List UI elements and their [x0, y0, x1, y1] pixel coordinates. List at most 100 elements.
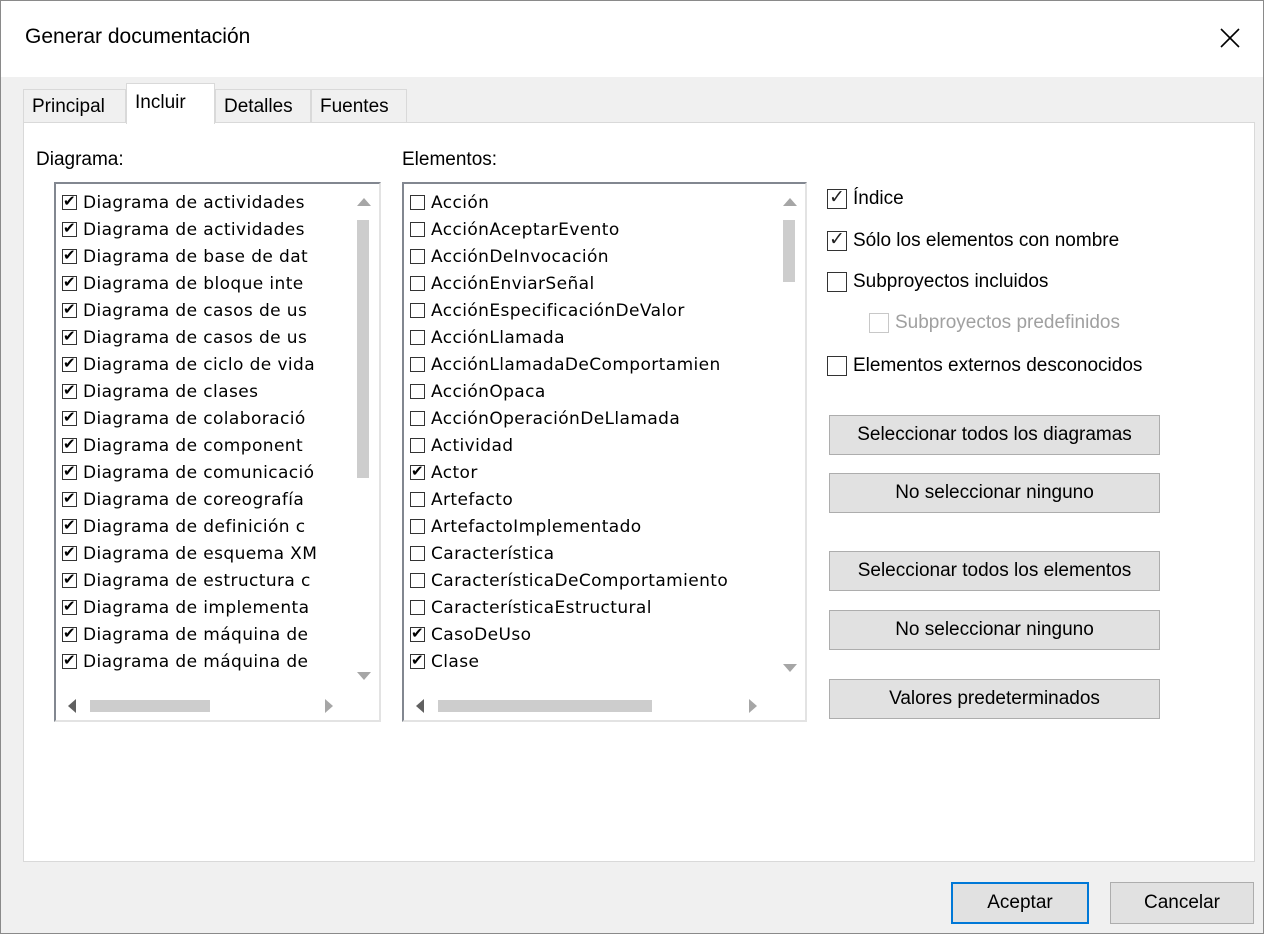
list-item[interactable]: AcciónEnviarSeñal — [410, 270, 773, 297]
list-item[interactable]: Diagrama de estructura c — [62, 567, 347, 594]
list-item[interactable]: AcciónAceptarEvento — [410, 216, 773, 243]
checkbox[interactable] — [62, 219, 77, 238]
checkbox[interactable] — [410, 384, 425, 399]
tab-detalles[interactable]: Detalles — [215, 89, 311, 123]
list-item[interactable]: CasoDeUso — [410, 621, 773, 648]
checkbox[interactable] — [410, 411, 425, 426]
checkbox[interactable] — [410, 600, 425, 615]
scroll-left-arrow-icon[interactable] — [416, 699, 424, 713]
diagram-listbox[interactable]: Diagrama de actividades Diagrama de activ… — [54, 182, 381, 722]
list-item[interactable]: ArtefactoImplementado — [410, 513, 773, 540]
checkbox[interactable] — [62, 543, 77, 562]
list-item[interactable]: AcciónEspecificaciónDeValor — [410, 297, 773, 324]
checkbox[interactable] — [410, 438, 425, 453]
checkbox[interactable] — [827, 356, 847, 376]
checkbox[interactable] — [62, 489, 77, 508]
list-item[interactable]: Diagrama de component — [62, 432, 347, 459]
close-button[interactable] — [1207, 15, 1253, 61]
scroll-down-arrow-icon[interactable] — [783, 664, 797, 672]
list-item[interactable]: Actividad — [410, 432, 773, 459]
checkbox[interactable] — [410, 462, 425, 481]
checkbox[interactable] — [410, 357, 425, 372]
checkbox[interactable] — [410, 573, 425, 588]
select-none-diagrams-button[interactable]: No seleccionar ninguno — [829, 473, 1160, 513]
checkbox[interactable] — [62, 273, 77, 292]
list-item[interactable]: AcciónOpaca — [410, 378, 773, 405]
list-item[interactable]: Diagrama de colaboració — [62, 405, 347, 432]
scroll-right-arrow-icon[interactable] — [325, 699, 333, 713]
scroll-thumb[interactable] — [438, 700, 652, 712]
tab-fuentes[interactable]: Fuentes — [311, 89, 407, 123]
scroll-left-arrow-icon[interactable] — [68, 699, 76, 713]
checkbox[interactable] — [62, 462, 77, 481]
scroll-thumb[interactable] — [783, 220, 795, 282]
checkbox[interactable] — [62, 435, 77, 454]
list-item[interactable]: CaracterísticaDeComportamiento — [410, 567, 773, 594]
checkbox[interactable] — [62, 651, 77, 670]
scroll-thumb[interactable] — [357, 220, 369, 478]
list-item[interactable]: Diagrama de casos de us — [62, 297, 347, 324]
checkbox[interactable] — [410, 195, 425, 210]
checkbox[interactable] — [62, 408, 77, 427]
list-item[interactable]: Diagrama de comunicació — [62, 459, 347, 486]
checkbox[interactable] — [410, 249, 425, 264]
checkbox[interactable] — [410, 492, 425, 507]
list-item[interactable]: Diagrama de actividades — [62, 189, 347, 216]
scroll-right-arrow-icon[interactable] — [749, 699, 757, 713]
list-item[interactable]: Diagrama de actividades — [62, 216, 347, 243]
checkbox[interactable] — [827, 272, 847, 292]
scroll-up-arrow-icon[interactable] — [783, 198, 797, 206]
list-item[interactable]: Diagrama de base de dat — [62, 243, 347, 270]
checkbox[interactable] — [62, 624, 77, 643]
list-item[interactable]: Diagrama de coreografía — [62, 486, 347, 513]
checkbox[interactable] — [62, 354, 77, 373]
checkbox[interactable] — [410, 222, 425, 237]
list-item[interactable]: Diagrama de clases — [62, 378, 347, 405]
checkbox[interactable] — [62, 192, 77, 211]
checkbox[interactable] — [410, 624, 425, 643]
checkbox[interactable] — [62, 300, 77, 319]
list-item[interactable]: Diagrama de esquema XM — [62, 540, 347, 567]
checkbox[interactable] — [62, 381, 77, 400]
checkbox[interactable] — [62, 246, 77, 265]
list-item[interactable]: Clase — [410, 648, 773, 675]
element-horizontal-scrollbar[interactable] — [406, 694, 803, 718]
option-subproyectos[interactable]: Subproyectos incluidos — [827, 271, 1048, 293]
list-item[interactable]: AcciónDeInvocación — [410, 243, 773, 270]
select-all-elements-button[interactable]: Seleccionar todos los elementos — [829, 551, 1160, 591]
list-item[interactable]: AcciónLlamadaDeComportamien — [410, 351, 773, 378]
checkbox[interactable] — [410, 519, 425, 534]
select-none-elements-button[interactable]: No seleccionar ninguno — [829, 610, 1160, 650]
diagram-vertical-scrollbar[interactable] — [351, 186, 377, 692]
tab-incluir[interactable]: Incluir — [126, 83, 215, 124]
checkbox[interactable] — [827, 187, 847, 209]
list-item[interactable]: CaracterísticaEstructural — [410, 594, 773, 621]
checkbox[interactable] — [410, 276, 425, 291]
option-indice[interactable]: Índice — [827, 187, 904, 210]
list-item[interactable]: Diagrama de máquina de — [62, 648, 347, 675]
list-item[interactable]: AcciónOperaciónDeLlamada — [410, 405, 773, 432]
checkbox[interactable] — [410, 303, 425, 318]
list-item[interactable]: Diagrama de bloque inte — [62, 270, 347, 297]
list-item[interactable]: Característica — [410, 540, 773, 567]
select-all-diagrams-button[interactable]: Seleccionar todos los diagramas — [829, 415, 1160, 455]
list-item[interactable]: Diagrama de ciclo de vida — [62, 351, 347, 378]
option-solo-nombre[interactable]: Sólo los elementos con nombre — [827, 229, 1119, 252]
checkbox[interactable] — [827, 229, 847, 251]
list-item[interactable]: AcciónLlamada — [410, 324, 773, 351]
checkbox[interactable] — [410, 651, 425, 670]
checkbox[interactable] — [62, 327, 77, 346]
checkbox[interactable] — [62, 597, 77, 616]
list-item[interactable]: Diagrama de casos de us — [62, 324, 347, 351]
list-item[interactable]: Actor — [410, 459, 773, 486]
diagram-horizontal-scrollbar[interactable] — [58, 694, 377, 718]
checkbox[interactable] — [62, 516, 77, 535]
default-values-button[interactable]: Valores predeterminados — [829, 679, 1160, 719]
checkbox[interactable] — [62, 570, 77, 589]
element-vertical-scrollbar[interactable] — [777, 186, 803, 692]
scroll-down-arrow-icon[interactable] — [357, 672, 371, 680]
checkbox[interactable] — [410, 330, 425, 345]
tab-principal[interactable]: Principal — [23, 89, 126, 123]
list-item[interactable]: Acción — [410, 189, 773, 216]
checkbox[interactable] — [410, 546, 425, 561]
